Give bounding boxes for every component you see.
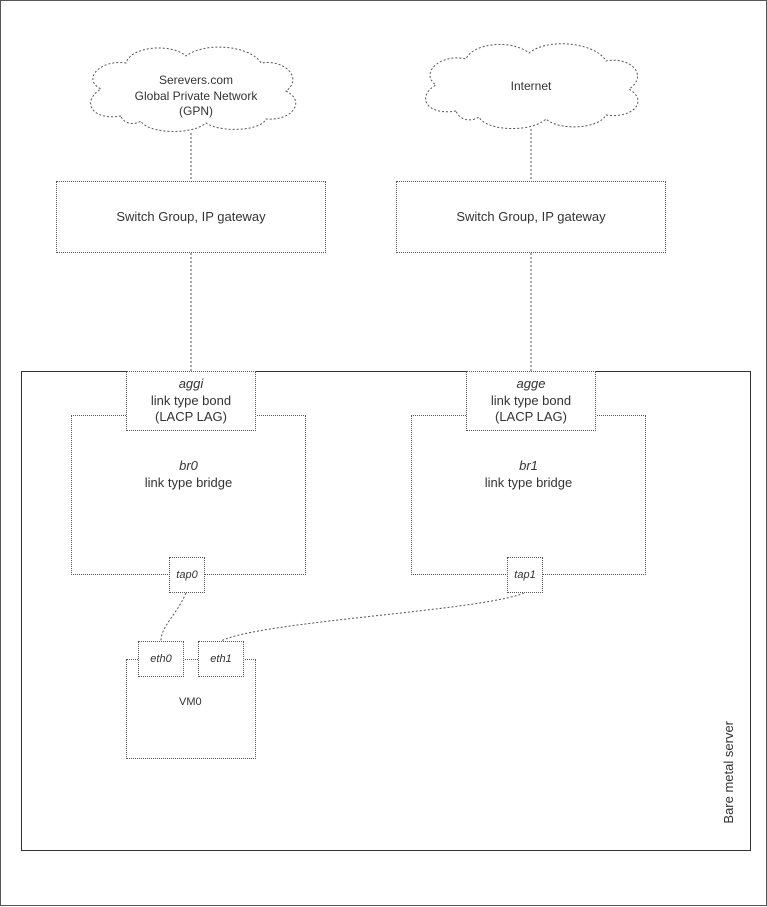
gpn-line2: Global Private Network bbox=[121, 89, 271, 105]
br1-name: br1 bbox=[519, 458, 538, 475]
switch-left-label: Switch Group, IP gateway bbox=[116, 209, 265, 226]
switch-group-left: Switch Group, IP gateway bbox=[56, 181, 326, 253]
bare-metal-server-label: Bare metal server bbox=[721, 721, 736, 824]
aggi-name: aggi bbox=[179, 376, 204, 393]
br0-sub: link type bridge bbox=[145, 475, 232, 492]
bond-agge: agge link type bond (LACP LAG) bbox=[466, 371, 596, 431]
tap1-label: tap1 bbox=[514, 568, 535, 582]
tap0: tap0 bbox=[169, 557, 205, 593]
tap1: tap1 bbox=[507, 557, 543, 593]
eth0: eth0 bbox=[138, 641, 184, 677]
cloud-gpn bbox=[91, 47, 296, 131]
aggi-sub1: link type bond bbox=[151, 393, 231, 410]
bond-aggi: aggi link type bond (LACP LAG) bbox=[126, 371, 256, 431]
br0-name: br0 bbox=[179, 458, 198, 475]
eth1-label: eth1 bbox=[210, 652, 231, 666]
bridge-br0: br0 link type bridge bbox=[71, 415, 306, 575]
br1-sub: link type bridge bbox=[485, 475, 572, 492]
eth0-label: eth0 bbox=[150, 652, 171, 666]
vm0-label: VM0 bbox=[179, 696, 202, 708]
eth1: eth1 bbox=[198, 641, 244, 677]
cloud-internet bbox=[426, 44, 638, 129]
agge-name: agge bbox=[517, 376, 546, 393]
bridge-br1: br1 link type bridge bbox=[411, 415, 646, 575]
switch-group-right: Switch Group, IP gateway bbox=[396, 181, 666, 253]
gpn-line3: (GPN) bbox=[121, 104, 271, 120]
internet-line: Internet bbox=[471, 79, 591, 95]
tap0-label: tap0 bbox=[176, 568, 197, 582]
agge-sub2: (LACP LAG) bbox=[495, 409, 567, 426]
agge-sub1: link type bond bbox=[491, 393, 571, 410]
switch-right-label: Switch Group, IP gateway bbox=[456, 209, 605, 226]
aggi-sub2: (LACP LAG) bbox=[155, 409, 227, 426]
cloud-internet-label: Internet bbox=[471, 79, 591, 95]
gpn-line1: Serevers.com bbox=[121, 73, 271, 89]
diagram-canvas: Serevers.com Global Private Network (GPN… bbox=[0, 0, 767, 906]
cloud-gpn-label: Serevers.com Global Private Network (GPN… bbox=[121, 73, 271, 120]
